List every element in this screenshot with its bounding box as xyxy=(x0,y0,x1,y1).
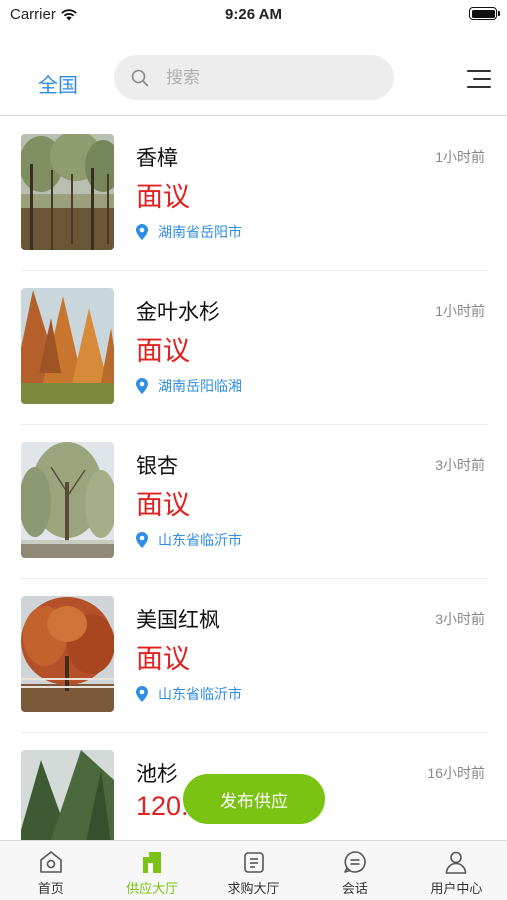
product-price: 120. xyxy=(136,791,189,821)
tab-label: 用户中心 xyxy=(430,881,483,896)
list-item[interactable]: 金叶水杉 面议 湖南岳阳临湘 1小时前 xyxy=(21,271,488,425)
product-name: 银杏 xyxy=(136,455,178,478)
list-item[interactable]: 银杏 面议 山东省临沂市 3小时前 xyxy=(21,425,488,579)
tab-label: 会话 xyxy=(341,881,368,896)
product-price: 面议 xyxy=(136,490,190,520)
location: 山东省临沂市 xyxy=(136,530,242,550)
location-text: 湖南岳阳临湘 xyxy=(158,378,242,394)
tab-bar: 首页 供应大厅 求购大厅 会话 用户中心 xyxy=(0,840,507,900)
location: 湖南岳阳临湘 xyxy=(136,376,242,396)
post-time: 3小时前 xyxy=(435,457,485,473)
post-time: 16小时前 xyxy=(427,765,485,781)
product-price: 面议 xyxy=(136,182,190,212)
product-photo xyxy=(21,442,114,558)
tab-supply[interactable]: 供应大厅 xyxy=(101,841,202,900)
location-pin-icon xyxy=(136,686,148,702)
post-time: 3小时前 xyxy=(435,611,485,627)
supply-icon xyxy=(143,852,162,873)
product-photo xyxy=(21,750,114,840)
tab-purchase[interactable]: 求购大厅 xyxy=(203,841,304,900)
tab-home[interactable]: 首页 xyxy=(0,841,101,900)
user-icon xyxy=(446,851,467,874)
search-icon xyxy=(131,69,149,86)
post-time: 1小时前 xyxy=(435,149,485,165)
tab-chat[interactable]: 会话 xyxy=(304,841,405,900)
menu-icon[interactable] xyxy=(467,70,491,90)
location-pin-icon xyxy=(136,224,148,240)
top-bar: 全国 xyxy=(0,45,507,116)
list-item[interactable]: 美国红枫 面议 山东省临沂市 3小时前 xyxy=(21,579,488,733)
post-time: 1小时前 xyxy=(435,303,485,319)
chat-icon xyxy=(344,851,366,873)
location: 湖南省岳阳市 xyxy=(136,222,242,242)
product-price: 面议 xyxy=(136,336,190,366)
supply-list: 香樟 面议 湖南省岳阳市 1小时前 金叶水杉 面议 湖南岳阳临湘 1小时前 银杏… xyxy=(0,117,507,840)
status-bar: Carrier 9:26 AM xyxy=(0,0,507,30)
location-text: 山东省临沂市 xyxy=(158,532,242,548)
location-text: 山东省临沂市 xyxy=(158,686,242,702)
tab-label: 首页 xyxy=(37,881,64,896)
battery-icon xyxy=(469,7,500,20)
location: 山东省临沂市 xyxy=(136,684,242,704)
publish-supply-button[interactable]: 发布供应 xyxy=(183,774,325,824)
product-name: 美国红枫 xyxy=(136,609,220,632)
location-text: 湖南省岳阳市 xyxy=(158,224,242,240)
product-name: 金叶水杉 xyxy=(136,301,220,324)
product-name: 香樟 xyxy=(136,147,178,170)
status-time: 9:26 AM xyxy=(225,6,282,23)
region-selector[interactable]: 全国 xyxy=(38,69,78,98)
product-name: 池杉 xyxy=(136,763,178,786)
product-photo xyxy=(21,288,114,404)
product-photo xyxy=(21,134,114,250)
location-pin-icon xyxy=(136,378,148,394)
product-photo xyxy=(21,596,114,712)
search-bar[interactable] xyxy=(114,55,394,100)
tab-label: 供应大厅 xyxy=(126,881,179,896)
search-input[interactable] xyxy=(166,67,366,88)
purchase-icon xyxy=(243,852,264,873)
location-pin-icon xyxy=(136,532,148,548)
home-icon xyxy=(39,851,62,873)
list-item[interactable]: 香樟 面议 湖南省岳阳市 1小时前 xyxy=(21,117,488,271)
tab-user[interactable]: 用户中心 xyxy=(406,841,507,900)
tab-label: 求购大厅 xyxy=(227,881,280,896)
product-price: 面议 xyxy=(136,644,190,674)
